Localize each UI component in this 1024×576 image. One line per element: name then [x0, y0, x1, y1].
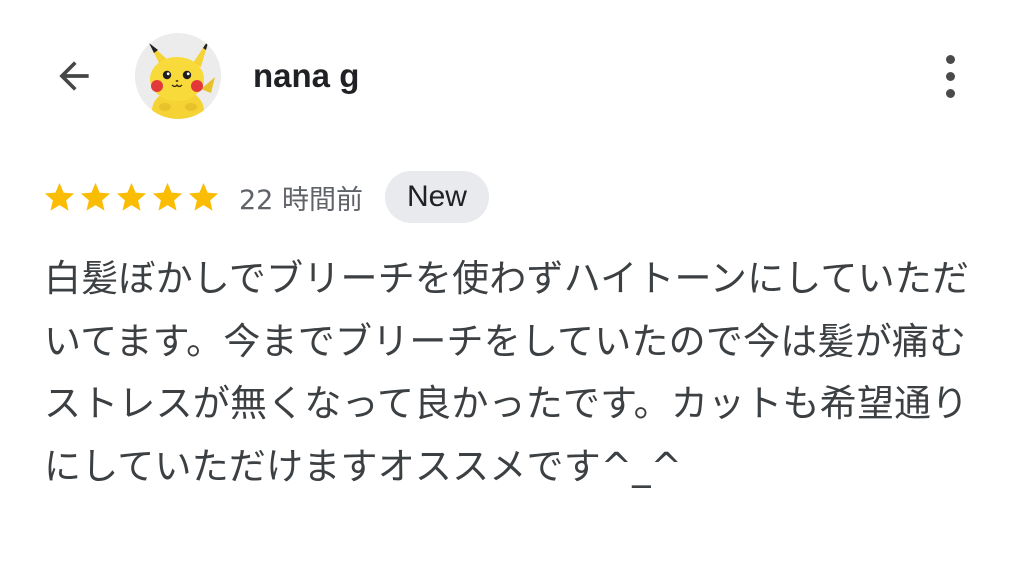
more-vertical-icon-dot [945, 88, 955, 98]
review-header: nana g [0, 0, 1024, 150]
avatar[interactable] [135, 33, 221, 119]
review-meta: 22 時間前 New [42, 170, 489, 224]
review-text: 白髪ぼかしでブリーチを使わずハイトーンにしていただいてます。今までブリーチをして… [44, 257, 970, 488]
star-icon [152, 182, 183, 211]
back-button[interactable] [46, 48, 102, 104]
new-badge: New [384, 171, 489, 223]
review-time: 22 時間前 [239, 184, 363, 216]
star-icon [188, 182, 219, 211]
arrow-back-icon [59, 61, 89, 91]
more-options-button[interactable] [926, 44, 974, 108]
user-name[interactable]: nana g [253, 52, 359, 100]
star-icon [44, 182, 75, 211]
pikachu-avatar-image [135, 33, 221, 119]
star-icon [80, 182, 111, 211]
more-vertical-icon-dot [945, 71, 955, 81]
star-rating [42, 180, 221, 215]
star-icon [116, 182, 147, 211]
more-vertical-icon [945, 54, 955, 64]
